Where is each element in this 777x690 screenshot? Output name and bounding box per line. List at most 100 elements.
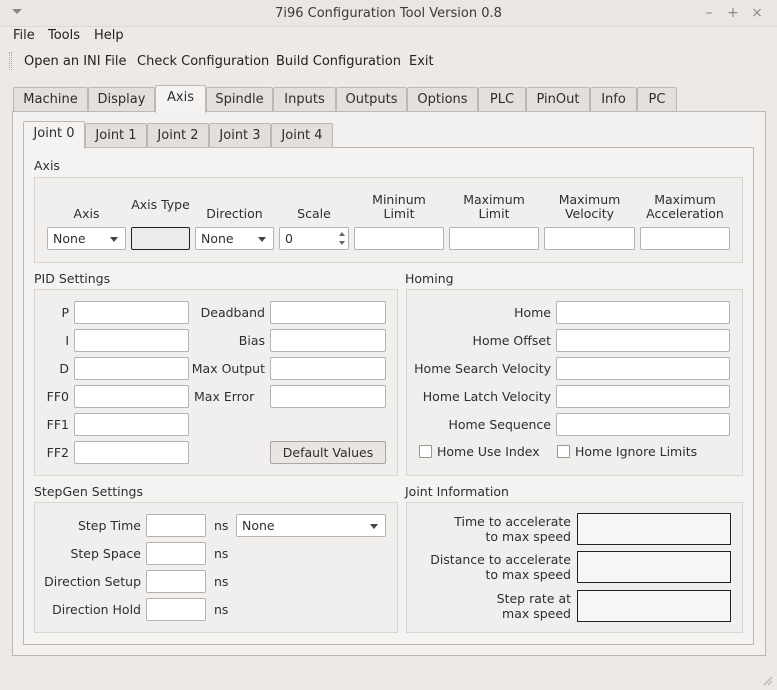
bias-input[interactable]: [270, 329, 386, 352]
home-search-velocity-label: Home Search Velocity: [414, 361, 551, 376]
step-space-unit: ns: [214, 546, 229, 561]
axis-label: Axis: [73, 206, 100, 221]
tab-outputs[interactable]: Outputs: [336, 87, 407, 112]
step-rate-value: [577, 590, 731, 622]
direction-hold-unit: ns: [214, 602, 229, 617]
deadband-input[interactable]: [270, 301, 386, 324]
homing-group-title: Homing: [405, 271, 454, 286]
spin-up-icon[interactable]: [339, 232, 345, 236]
tab-joint-2[interactable]: Joint 2: [147, 123, 209, 148]
axis-group-title: Axis: [34, 158, 60, 173]
stepgen-group-title: StepGen Settings: [34, 484, 144, 499]
exit-button[interactable]: Exit: [409, 54, 434, 69]
pid-p-label: P: [61, 305, 69, 320]
tab-info[interactable]: Info: [590, 87, 637, 112]
build-config-button[interactable]: Build Configuration: [276, 54, 401, 69]
scale-label: Scale: [297, 206, 331, 221]
tab-spindle[interactable]: Spindle: [206, 87, 273, 112]
step-rate-label: Step rate at max speed: [496, 591, 571, 621]
axis-type-field: [131, 227, 190, 250]
home-input[interactable]: [556, 301, 730, 324]
home-ignore-limits-label: Home Ignore Limits: [575, 444, 698, 459]
home-sequence-label: Home Sequence: [448, 417, 551, 432]
max-velocity-input[interactable]: [544, 227, 635, 250]
tab-joint-4[interactable]: Joint 4: [271, 123, 333, 148]
axis-type-label: Axis Type: [131, 197, 190, 212]
home-sequence-input[interactable]: [556, 413, 730, 436]
pid-i-input[interactable]: [74, 329, 189, 352]
window-title: 7i96 Configuration Tool Version 0.8: [275, 6, 502, 21]
tab-joint-3[interactable]: Joint 3: [209, 123, 271, 148]
tab-joint-0[interactable]: Joint 0: [23, 121, 85, 149]
home-use-index-label: Home Use Index: [437, 444, 540, 459]
spin-down-icon[interactable]: [339, 241, 345, 245]
max-velocity-label: Maximum Velocity: [558, 192, 621, 221]
menu-file[interactable]: File: [13, 28, 35, 43]
chevron-down-icon: [110, 237, 118, 242]
time-to-accel-label: Time to accelerate to max speed: [454, 514, 571, 544]
close-icon[interactable]: ×: [748, 4, 766, 22]
menu-help[interactable]: Help: [94, 28, 124, 43]
direction-setup-input[interactable]: [146, 570, 206, 593]
max-limit-label: Maximum Limit: [463, 192, 525, 221]
menu-tools[interactable]: Tools: [48, 28, 80, 43]
tab-axis[interactable]: Axis: [155, 85, 206, 113]
pid-group-title: PID Settings: [34, 271, 111, 286]
tab-pc[interactable]: PC: [637, 87, 677, 112]
pid-ff1-label: FF1: [46, 417, 69, 432]
max-output-label: Max Output: [191, 361, 265, 376]
max-accel-label: Maximum Acceleration: [646, 192, 724, 221]
home-label: Home: [514, 305, 551, 320]
open-ini-button[interactable]: Open an INI File: [24, 54, 126, 69]
home-ignore-limits-checkbox[interactable]: [557, 445, 570, 458]
min-limit-label: Mininum Limit: [372, 192, 426, 221]
tab-display[interactable]: Display: [88, 87, 155, 112]
home-search-velocity-input[interactable]: [556, 357, 730, 380]
max-accel-input[interactable]: [640, 227, 730, 250]
axis-select[interactable]: None: [47, 227, 126, 250]
maximize-icon[interactable]: +: [724, 4, 742, 22]
direction-setup-unit: ns: [214, 574, 229, 589]
step-time-input[interactable]: [146, 514, 206, 537]
toolbar-grip[interactable]: [9, 52, 12, 70]
home-offset-label: Home Offset: [472, 333, 551, 348]
step-time-unit: ns: [214, 518, 229, 533]
pid-i-label: I: [65, 333, 69, 348]
status-bar: [0, 664, 777, 690]
direction-label: Direction: [206, 206, 263, 221]
check-config-button[interactable]: Check Configuration: [137, 54, 269, 69]
pid-ff0-input[interactable]: [74, 385, 189, 408]
joint-info-group-title: Joint Information: [405, 484, 509, 499]
pid-ff1-input[interactable]: [74, 413, 189, 436]
minimize-icon[interactable]: –: [700, 4, 718, 22]
deadband-label: Deadband: [200, 305, 265, 320]
home-offset-input[interactable]: [556, 329, 730, 352]
chevron-down-icon: [370, 524, 378, 529]
pid-ff0-label: FF0: [46, 389, 69, 404]
max-output-input[interactable]: [270, 357, 386, 380]
driver-select[interactable]: None: [236, 514, 386, 537]
direction-hold-input[interactable]: [146, 598, 206, 621]
chevron-down-icon: [258, 237, 266, 242]
step-time-label: Step Time: [77, 518, 141, 533]
pid-ff2-input[interactable]: [74, 441, 189, 464]
max-error-input[interactable]: [270, 385, 386, 408]
min-limit-input[interactable]: [354, 227, 444, 250]
tab-joint-1[interactable]: Joint 1: [85, 123, 147, 148]
direction-hold-label: Direction Hold: [52, 602, 141, 617]
home-use-index-checkbox[interactable]: [419, 445, 432, 458]
max-limit-input[interactable]: [449, 227, 539, 250]
tab-pinout[interactable]: PinOut: [526, 87, 590, 112]
step-space-input[interactable]: [146, 542, 206, 565]
pid-p-input[interactable]: [74, 301, 189, 324]
tab-plc[interactable]: PLC: [478, 87, 526, 112]
tab-inputs[interactable]: Inputs: [273, 87, 336, 112]
tab-options[interactable]: Options: [407, 87, 478, 112]
home-latch-velocity-input[interactable]: [556, 385, 730, 408]
pid-d-input[interactable]: [74, 357, 189, 380]
tab-machine[interactable]: Machine: [13, 87, 88, 112]
default-values-button[interactable]: Default Values: [270, 441, 386, 464]
direction-select[interactable]: None: [195, 227, 274, 250]
resize-grip-icon[interactable]: [761, 674, 773, 686]
scale-spinbox[interactable]: 0: [279, 227, 349, 250]
